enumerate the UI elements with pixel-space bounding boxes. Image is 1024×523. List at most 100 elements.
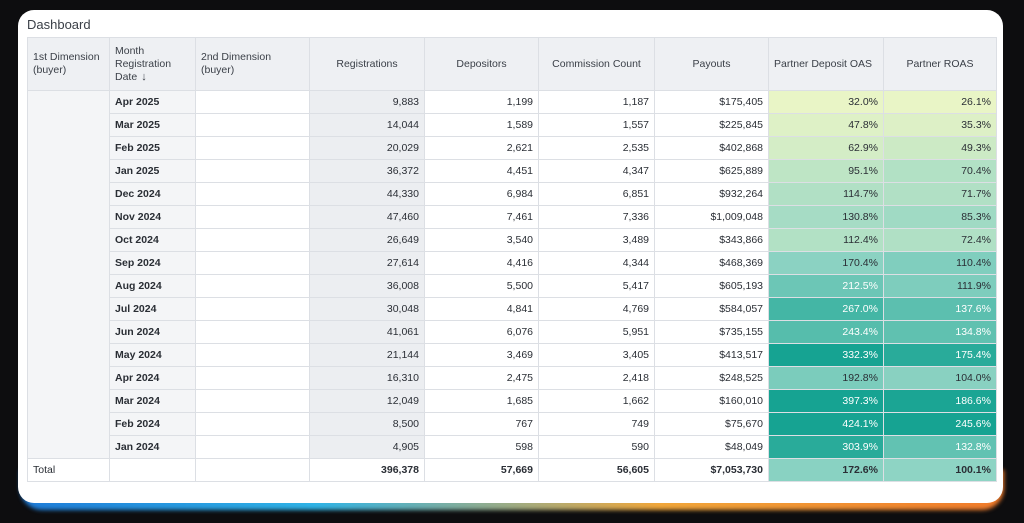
dim2-cell <box>195 435 310 459</box>
depositors-cell: 1,199 <box>424 90 539 114</box>
registrations-cell: 20,029 <box>309 136 425 160</box>
partner-roas-cell: 104.0% <box>883 366 997 390</box>
registrations-cell: 8,500 <box>309 412 425 436</box>
header-dim1[interactable]: 1st Dimension (buyer) <box>27 37 110 91</box>
partner-roas-cell: 71.7% <box>883 182 997 206</box>
header-registrations[interactable]: Registrations <box>309 37 425 91</box>
month-cell: Mar 2025 <box>109 113 196 137</box>
dim2-cell <box>195 343 310 367</box>
dim2-cell <box>195 274 310 298</box>
payouts-cell: $75,670 <box>654 412 769 436</box>
partner-roas-cell: 35.3% <box>883 113 997 137</box>
partner-roas-cell: 111.9% <box>883 274 997 298</box>
header-commission-count[interactable]: Commission Count <box>538 37 655 91</box>
partner-roas-cell: 26.1% <box>883 90 997 114</box>
total-depositors: 57,669 <box>424 458 539 482</box>
commission-count-cell: 5,951 <box>538 320 655 344</box>
depositors-cell: 4,451 <box>424 159 539 183</box>
commission-count-cell: 5,417 <box>538 274 655 298</box>
month-cell: Jun 2024 <box>109 320 196 344</box>
header-partner-roas[interactable]: Partner ROAS <box>883 37 997 91</box>
partner-deposit-oas-cell: 212.5% <box>768 274 884 298</box>
month-cell: May 2024 <box>109 343 196 367</box>
payouts-cell: $735,155 <box>654 320 769 344</box>
month-cell: Apr 2025 <box>109 90 196 114</box>
total-registrations: 396,378 <box>309 458 425 482</box>
registrations-cell: 41,061 <box>309 320 425 344</box>
table-row: Jun 2024 41,061 6,076 5,951 $735,155 243.4% 13… <box>28 320 997 344</box>
commission-count-cell: 6,851 <box>538 182 655 206</box>
pivot-table: 1st Dimension (buyer) Month Registration… <box>27 37 997 482</box>
month-cell: Oct 2024 <box>109 228 196 252</box>
total-payouts: $7,053,730 <box>654 458 769 482</box>
table-row: Sep 2024 27,614 4,416 4,344 $468,369 170.4% 11… <box>28 251 997 275</box>
payouts-cell: $413,517 <box>654 343 769 367</box>
table-row: Dec 2024 44,330 6,984 6,851 $932,264 114.7% 71… <box>28 182 997 206</box>
partner-deposit-oas-cell: 112.4% <box>768 228 884 252</box>
partner-roas-cell: 110.4% <box>883 251 997 275</box>
month-cell: Feb 2025 <box>109 136 196 160</box>
partner-roas-cell: 134.8% <box>883 320 997 344</box>
depositors-cell: 4,841 <box>424 297 539 321</box>
table-row: Oct 2024 26,649 3,540 3,489 $343,866 112.4% 72… <box>28 228 997 252</box>
partner-roas-cell: 245.6% <box>883 412 997 436</box>
table-row: Mar 2024 12,049 1,685 1,662 $160,010 397.3% 18… <box>28 389 997 413</box>
dim2-cell <box>195 251 310 275</box>
sort-down-icon[interactable]: ↓ <box>141 71 147 83</box>
registrations-cell: 21,144 <box>309 343 425 367</box>
month-cell: Mar 2024 <box>109 389 196 413</box>
dim1-cell <box>27 90 110 459</box>
table-row: Mar 2025 14,044 1,589 1,557 $225,845 47.8% 35.… <box>28 113 997 137</box>
total-partner-deposit-oas: 172.6% <box>768 458 884 482</box>
header-dim2[interactable]: 2nd Dimension (buyer) <box>195 37 310 91</box>
registrations-cell: 30,048 <box>309 297 425 321</box>
header-payouts[interactable]: Payouts <box>654 37 769 91</box>
registrations-cell: 47,460 <box>309 205 425 229</box>
partner-deposit-oas-cell: 114.7% <box>768 182 884 206</box>
table-row: Jan 2025 36,372 4,451 4,347 $625,889 95.1% 70.… <box>28 159 997 183</box>
depositors-cell: 3,540 <box>424 228 539 252</box>
payouts-cell: $584,057 <box>654 297 769 321</box>
partner-roas-cell: 186.6% <box>883 389 997 413</box>
table-row: Feb 2025 20,029 2,621 2,535 $402,868 62.9% 49.… <box>28 136 997 160</box>
month-cell: Dec 2024 <box>109 182 196 206</box>
header-month[interactable]: Month Registration Date ↓ <box>109 37 196 91</box>
payouts-cell: $48,049 <box>654 435 769 459</box>
registrations-cell: 36,372 <box>309 159 425 183</box>
dim2-cell <box>195 320 310 344</box>
month-cell: Sep 2024 <box>109 251 196 275</box>
commission-count-cell: 4,347 <box>538 159 655 183</box>
total-row: Total 396,378 57,669 56,605 $7,053,730 1… <box>27 458 997 482</box>
dim2-cell <box>195 159 310 183</box>
partner-deposit-oas-cell: 192.8% <box>768 366 884 390</box>
partner-roas-cell: 70.4% <box>883 159 997 183</box>
total-month-cell <box>109 458 196 482</box>
dim2-cell <box>195 297 310 321</box>
commission-count-cell: 4,344 <box>538 251 655 275</box>
total-label: Total <box>27 458 110 482</box>
depositors-cell: 6,984 <box>424 182 539 206</box>
header-partner-deposit-oas[interactable]: Partner Deposit OAS <box>768 37 884 91</box>
header-depositors[interactable]: Depositors <box>424 37 539 91</box>
depositors-cell: 2,621 <box>424 136 539 160</box>
registrations-cell: 12,049 <box>309 389 425 413</box>
registrations-cell: 26,649 <box>309 228 425 252</box>
dim2-cell <box>195 389 310 413</box>
partner-deposit-oas-cell: 332.3% <box>768 343 884 367</box>
dim2-cell <box>195 90 310 114</box>
partner-deposit-oas-cell: 95.1% <box>768 159 884 183</box>
depositors-cell: 5,500 <box>424 274 539 298</box>
payouts-cell: $468,369 <box>654 251 769 275</box>
dim2-cell <box>195 366 310 390</box>
commission-count-cell: 590 <box>538 435 655 459</box>
commission-count-cell: 7,336 <box>538 205 655 229</box>
commission-count-cell: 3,405 <box>538 343 655 367</box>
depositors-cell: 6,076 <box>424 320 539 344</box>
commission-count-cell: 1,557 <box>538 113 655 137</box>
partner-deposit-oas-cell: 424.1% <box>768 412 884 436</box>
dim2-cell <box>195 205 310 229</box>
month-cell: Feb 2024 <box>109 412 196 436</box>
page-title: Dashboard <box>27 17 91 32</box>
table-row: Jul 2024 30,048 4,841 4,769 $584,057 267.0% 13… <box>28 297 997 321</box>
partner-deposit-oas-cell: 303.9% <box>768 435 884 459</box>
